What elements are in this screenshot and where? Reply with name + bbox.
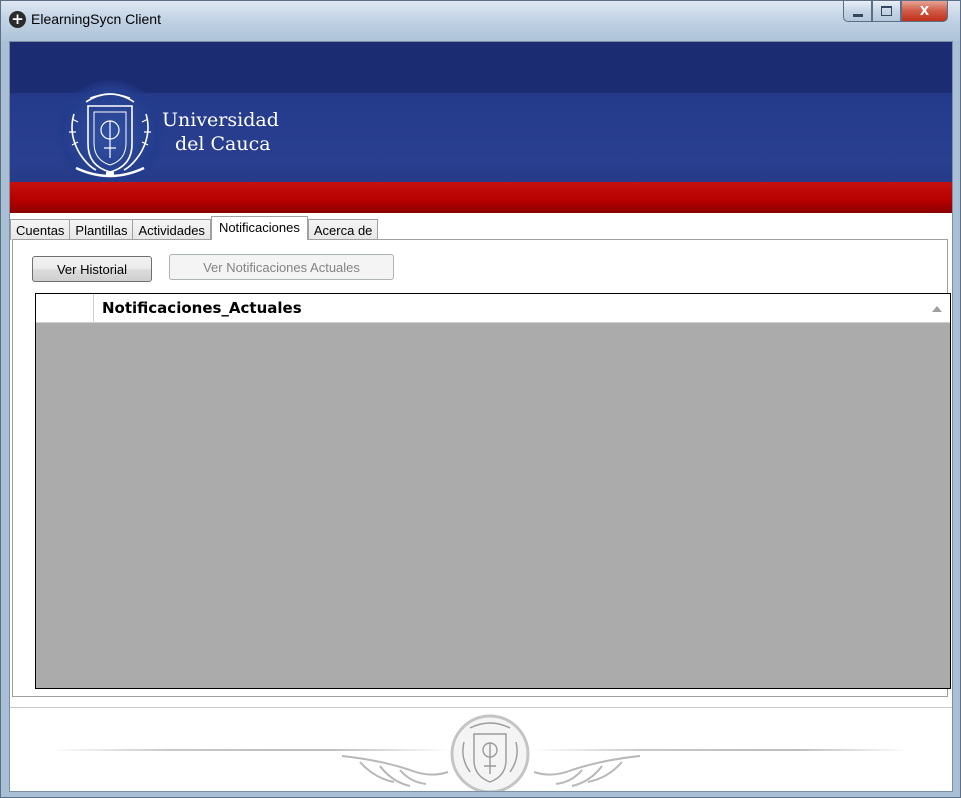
footer-seal-icon — [450, 714, 530, 791]
maximize-button[interactable] — [872, 1, 901, 22]
ver-notificaciones-actuales-button[interactable]: Ver Notificaciones Actuales — [169, 254, 394, 280]
university-name: Universidad del Cauca — [162, 108, 279, 156]
title-bar[interactable]: + ElearningSycn Client X — [1, 1, 960, 41]
application-window: + ElearningSycn Client X Universidad del… — [0, 0, 961, 798]
university-name-line1: Universidad — [162, 109, 279, 131]
row-header-corner[interactable] — [36, 294, 94, 322]
footer-wing-left-icon — [341, 755, 449, 787]
footer-divider-left — [50, 749, 450, 751]
caption-buttons: X — [843, 1, 948, 22]
footer-wing-right-icon — [533, 755, 641, 787]
tab-notificaciones[interactable]: Notificaciones — [210, 216, 308, 240]
maximize-icon — [881, 6, 892, 16]
tab-actividades[interactable]: Actividades — [132, 219, 211, 240]
ver-historial-button[interactable]: Ver Historial — [32, 256, 152, 282]
tab-strip: Cuentas Plantillas Actividades Notificac… — [10, 216, 379, 240]
crest-halo — [54, 80, 166, 190]
minimize-icon — [852, 13, 863, 17]
minimize-button[interactable] — [843, 1, 872, 22]
sort-ascending-icon — [932, 306, 942, 312]
university-name-line2: del Cauca — [175, 133, 271, 155]
tab-acerca-de[interactable]: Acerca de — [307, 219, 379, 240]
close-button[interactable]: X — [901, 1, 948, 22]
university-crest-icon — [69, 93, 151, 178]
footer-divider-right — [530, 749, 910, 751]
footer-decoration — [10, 707, 952, 791]
close-icon: X — [919, 4, 930, 18]
plus-circle-icon[interactable]: + — [9, 11, 26, 28]
notifications-grid[interactable]: Notificaciones_Actuales — [35, 293, 951, 689]
client-area: Universidad del Cauca Cuentas Plantillas… — [9, 41, 953, 792]
window-title: ElearningSycn Client — [31, 11, 161, 27]
grid-header: Notificaciones_Actuales — [36, 294, 950, 323]
column-header-notificaciones-actuales[interactable]: Notificaciones_Actuales — [102, 299, 302, 317]
tab-cuentas[interactable]: Cuentas — [10, 219, 71, 240]
tab-plantillas[interactable]: Plantillas — [69, 219, 134, 240]
notificaciones-panel: Ver Historial Ver Notificaciones Actuale… — [12, 239, 951, 697]
banner-red-stripe — [10, 182, 952, 213]
